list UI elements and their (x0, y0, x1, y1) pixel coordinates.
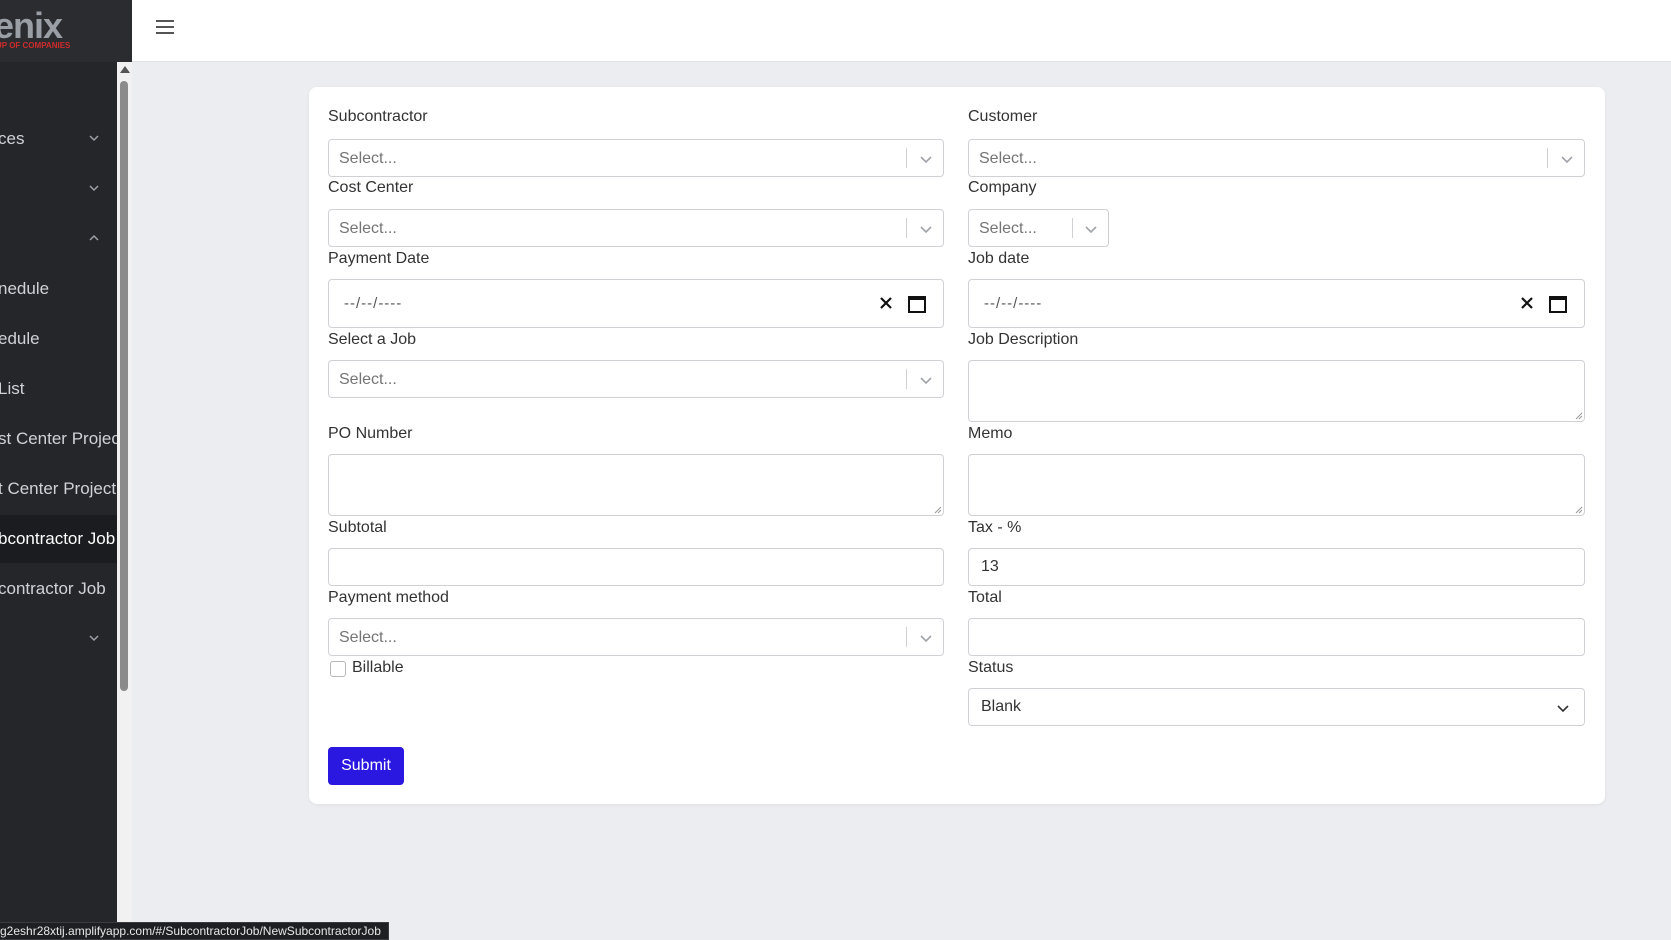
clear-icon[interactable] (1518, 294, 1536, 312)
chevron-down-icon (920, 156, 932, 164)
sidebar-item-list[interactable]: List (0, 365, 117, 413)
sidebar-item-cost-center-project-2[interactable]: t Center Project (0, 465, 117, 513)
logo-tagline: UP OF COMPANIES (0, 41, 71, 50)
sidebar-item-services[interactable]: ces (0, 115, 117, 163)
subcontractor-select[interactable]: Select... (328, 139, 944, 177)
memo-label: Memo (968, 425, 1013, 442)
select-placeholder: Select... (339, 150, 397, 167)
date-placeholder: --/--/---- (984, 295, 1043, 312)
sidebar-item-expanded-group[interactable] (0, 215, 117, 263)
sidebar-nav: ces nedule edule List st Center Project … (0, 62, 125, 940)
payment-date-input[interactable]: --/--/---- (328, 279, 944, 328)
job-date-input[interactable]: --/--/---- (968, 279, 1585, 328)
calendar-icon[interactable] (1548, 294, 1568, 314)
resize-grip-icon[interactable] (1575, 506, 1583, 514)
payment-date-label: Payment Date (328, 250, 430, 267)
sidebar-item-label: List (0, 379, 25, 398)
clear-icon[interactable] (877, 294, 895, 312)
po-number-label: PO Number (328, 425, 413, 442)
tax-input[interactable]: 13 (968, 548, 1585, 586)
select-placeholder: Select... (979, 150, 1037, 167)
chevron-down-icon (89, 185, 99, 192)
sidebar-item-subcontractor-job[interactable]: contractor Job (0, 565, 117, 613)
sidebar-item-schedule-2[interactable]: edule (0, 315, 117, 363)
hamburger-menu-icon[interactable] (156, 20, 174, 36)
billable-checkbox[interactable] (330, 661, 346, 677)
scroll-up-arrow-icon[interactable] (120, 66, 130, 73)
memo-textarea[interactable] (968, 454, 1585, 516)
chevron-down-icon (1561, 156, 1573, 164)
sidebar: enix UP OF COMPANIES ces nedule edule Li… (0, 0, 132, 940)
scrollbar-thumb[interactable] (120, 81, 128, 691)
logo[interactable]: enix UP OF COMPANIES (0, 0, 132, 62)
job-description-textarea[interactable] (968, 360, 1585, 422)
subtotal-input[interactable] (328, 548, 944, 586)
payment-method-label: Payment method (328, 589, 449, 606)
cost-center-select[interactable]: Select... (328, 209, 944, 247)
sidebar-item-cost-center-project-1[interactable]: st Center Project (0, 415, 125, 463)
cost-center-label: Cost Center (328, 179, 414, 196)
select-placeholder: Select... (979, 220, 1037, 237)
sidebar-item-schedule-1[interactable]: nedule (0, 265, 117, 313)
top-bar (132, 0, 1671, 62)
calendar-icon[interactable] (907, 294, 927, 314)
job-description-label: Job Description (968, 331, 1079, 348)
status-label: Status (968, 659, 1014, 676)
sidebar-item-label: st Center Project (0, 429, 125, 448)
payment-method-select[interactable]: Select... (328, 618, 944, 656)
sidebar-item-group[interactable] (0, 165, 117, 213)
total-label: Total (968, 589, 1002, 606)
sidebar-item-label: edule (0, 329, 40, 348)
chevron-down-icon (1085, 226, 1097, 234)
chevron-down-icon (1557, 705, 1569, 713)
billable-label: Billable (352, 659, 404, 676)
select-job-label: Select a Job (328, 331, 417, 348)
status-selected-value: Blank (981, 698, 1022, 715)
sidebar-item-label: nedule (0, 279, 50, 298)
tax-label: Tax - % (968, 519, 1022, 536)
chevron-up-icon (89, 234, 99, 241)
select-job-select[interactable]: Select... (328, 360, 944, 398)
job-date-label: Job date (968, 250, 1030, 267)
chevron-down-icon (920, 377, 932, 385)
select-placeholder: Select... (339, 629, 397, 646)
tax-value: 13 (981, 558, 999, 575)
sidebar-item-label: t Center Project (0, 479, 117, 498)
status-select[interactable]: Blank (968, 688, 1585, 726)
sidebar-item-label: ces (0, 129, 25, 148)
subcontractor-label: Subcontractor (328, 108, 428, 125)
select-placeholder: Select... (339, 371, 397, 388)
chevron-down-icon (920, 226, 932, 234)
sidebar-item-subcontractor-job-new[interactable]: bcontractor Job (0, 515, 117, 563)
submit-button[interactable]: Submit (328, 747, 404, 785)
customer-label: Customer (968, 108, 1038, 125)
sidebar-scrollbar[interactable] (117, 62, 132, 940)
sidebar-item-label: contractor Job (0, 579, 106, 598)
chevron-down-icon (920, 635, 932, 643)
po-number-textarea[interactable] (328, 454, 944, 516)
sidebar-item-label: bcontractor Job (0, 529, 116, 548)
total-input[interactable] (968, 618, 1585, 656)
resize-grip-icon[interactable] (1575, 412, 1583, 420)
date-placeholder: --/--/---- (344, 295, 403, 312)
select-placeholder: Select... (339, 220, 397, 237)
logo-text: enix (0, 5, 63, 46)
subtotal-label: Subtotal (328, 519, 387, 536)
company-label: Company (968, 179, 1037, 196)
status-bar-url: g2eshr28xtij.amplifyapp.com/#/Subcontrac… (0, 922, 389, 940)
subcontractor-job-form: Subcontractor Select... Customer Select.… (309, 87, 1605, 804)
customer-select[interactable]: Select... (968, 139, 1585, 177)
resize-grip-icon[interactable] (934, 506, 942, 514)
company-select[interactable]: Select... (968, 209, 1109, 247)
sidebar-item-group-3[interactable] (0, 615, 117, 663)
chevron-down-icon (89, 135, 99, 142)
chevron-down-icon (89, 635, 99, 642)
